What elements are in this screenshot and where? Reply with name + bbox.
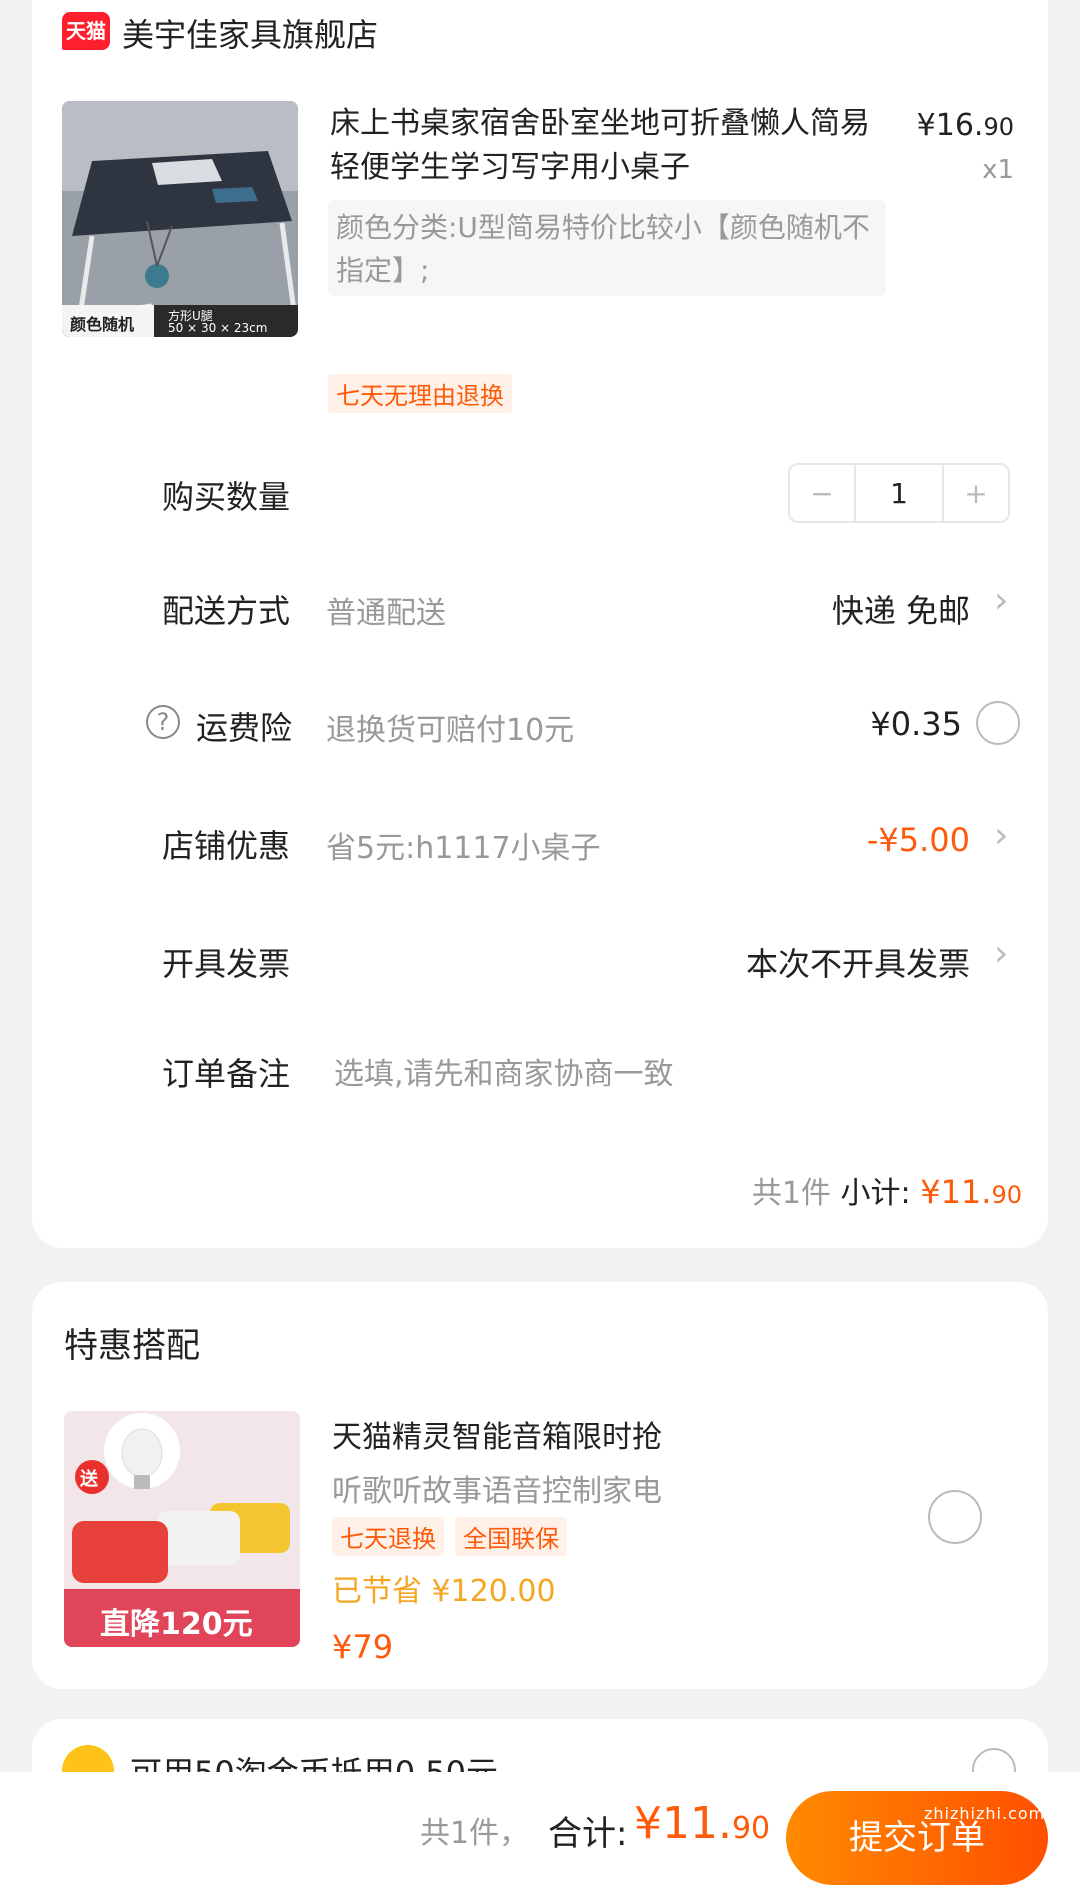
gift-label: 送 — [80, 1469, 98, 1490]
tmall-logo: 天猫 — [62, 12, 110, 50]
desk-image — [62, 101, 298, 337]
promo-saved: 已节省 ¥120.00 — [332, 1574, 556, 1609]
subtotal-count: 共1件 — [751, 1176, 831, 1211]
product-title[interactable]: 床上书桌家宿舍卧室坐地可折叠懒人简易轻便学生学习写字用小桌子 — [330, 102, 890, 190]
insurance-sub: 退换货可赔付10元 — [326, 713, 575, 748]
product-thumbnail[interactable]: 颜色随机 方形U腿 50 × 30 × 23cm — [62, 101, 298, 337]
subtotal: 共1件 小计: ¥11.90 — [752, 1168, 1022, 1212]
subtotal-label: 小计: — [840, 1176, 911, 1211]
product-price-dec: 90 — [983, 113, 1014, 141]
insurance-price: ¥0.35 — [870, 705, 962, 743]
delivery-label: 配送方式 — [162, 592, 291, 630]
footer-total-dec: 90 — [731, 1811, 771, 1846]
delivery-chevron-icon[interactable]: › — [994, 580, 1008, 621]
promo-section-title: 特惠搭配 — [64, 1326, 200, 1366]
quantity-stepper[interactable]: − 1 + — [788, 463, 1010, 523]
sku-info[interactable]: 颜色分类:U型简易特价比较小【颜色随机不指定】; — [328, 200, 886, 296]
invoice-value[interactable]: 本次不开具发票 — [746, 939, 970, 985]
promo-price: ¥79 — [332, 1628, 394, 1666]
thumb-caption-right-2: 50 × 30 × 23cm — [168, 321, 268, 335]
promo-desc: 听歌听故事语音控制家电 — [332, 1474, 662, 1509]
promo-badge-return: 七天退换 — [332, 1517, 444, 1556]
subtotal-dec: 90 — [991, 1181, 1022, 1209]
thumb-caption-left: 颜色随机 — [70, 315, 135, 334]
promo-badges: 七天退换 全国联保 — [332, 1517, 568, 1556]
store-name[interactable]: 美宇佳家具旗舰店 — [122, 10, 378, 56]
discount-sub: 省5元:h1117小桌子 — [326, 831, 601, 866]
delivery-sub: 普通配送 — [326, 596, 446, 631]
footer-total-label: 合计: — [548, 1814, 628, 1854]
discount-label: 店铺优惠 — [162, 827, 291, 865]
footer-total-int: ¥11. — [634, 1798, 732, 1849]
promo-thumbnail[interactable]: 送 直降120元 — [64, 1411, 300, 1647]
return-badge-wrap: 七天无理由退换 — [328, 374, 512, 413]
price-drop-banner: 直降120元 — [100, 1607, 253, 1642]
note-input[interactable]: 选填,请先和商家协商一致 — [334, 1049, 674, 1093]
increment-button[interactable]: + — [944, 465, 1008, 521]
quantity-label: 购买数量 — [162, 478, 291, 516]
product-price-int: ¥16. — [916, 108, 984, 143]
product-quantity: x1 — [982, 155, 1014, 185]
discount-value[interactable]: -¥5.00 — [867, 821, 970, 859]
footer-count: 共1件， — [420, 1816, 530, 1851]
product-price: ¥16.90 — [917, 108, 1014, 143]
return-badge: 七天无理由退换 — [328, 374, 512, 413]
insurance-radio[interactable] — [976, 701, 1020, 745]
footer-total: ¥11.90 — [634, 1798, 770, 1849]
promo-name[interactable]: 天猫精灵智能音箱限时抢 — [332, 1412, 662, 1456]
subtotal-int: ¥11. — [920, 1173, 992, 1211]
invoice-label: 开具发票 — [162, 945, 291, 983]
help-icon[interactable]: ? — [146, 705, 180, 739]
invoice-chevron-icon[interactable]: › — [994, 933, 1008, 974]
insurance-label: 运费险 — [196, 709, 293, 747]
watermark: zhizhizhi.com — [924, 1804, 1046, 1823]
delivery-value[interactable]: 快递 免邮 — [832, 586, 970, 632]
quantity-value[interactable]: 1 — [854, 465, 944, 521]
discount-chevron-icon[interactable]: › — [994, 815, 1008, 856]
promo-badge-warranty: 全国联保 — [455, 1517, 568, 1556]
note-label: 订单备注 — [162, 1055, 291, 1093]
decrement-button[interactable]: − — [790, 465, 854, 521]
bottom-bar: 共1件， 合计: ¥11.90 提交订单 — [0, 1772, 1080, 1903]
promo-radio[interactable] — [928, 1490, 982, 1544]
